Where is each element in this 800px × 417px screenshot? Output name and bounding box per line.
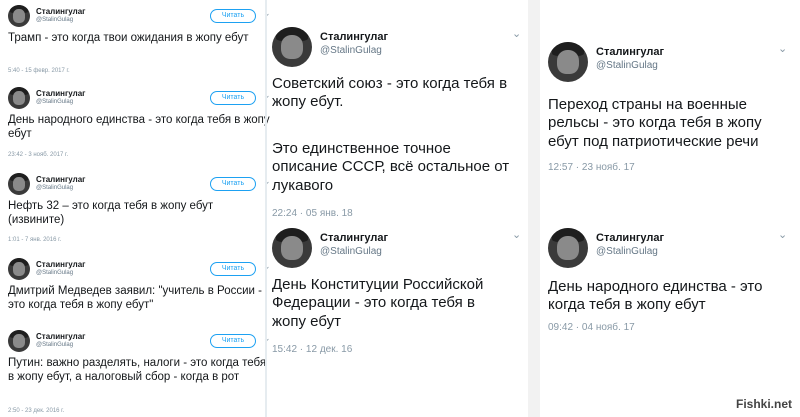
tweet-text: День народного единства - это когда тебя… xyxy=(548,278,763,314)
user-handle[interactable]: @StalinGulag xyxy=(320,246,382,257)
follow-button[interactable]: Читать xyxy=(210,91,256,105)
tweet-text: Нефть 32 – это когда тебя в жопу ебут (и… xyxy=(8,200,214,227)
tweet-left-4: Сталингулаг @StalinGulag Читать ⌄ Дмитри… xyxy=(8,258,273,324)
user-handle[interactable]: @StalinGulag xyxy=(36,185,73,191)
tweet-date[interactable]: 23:42 - 3 нояб. 2017 г. xyxy=(8,152,68,158)
user-name[interactable]: Сталингулаг xyxy=(596,46,664,58)
tweet-text-continued: Это единственное точное описание СССР, в… xyxy=(272,140,510,194)
user-name[interactable]: Сталингулаг xyxy=(36,175,86,184)
tweet-date[interactable]: 22:24 · 05 янв. 18 xyxy=(272,208,353,219)
tweet-date[interactable]: 12:57 · 23 нояб. 17 xyxy=(548,162,635,173)
user-name[interactable]: Сталингулаг xyxy=(36,332,86,341)
avatar[interactable] xyxy=(8,173,30,195)
follow-button[interactable]: Читать xyxy=(210,262,256,276)
tweet-text: Переход страны на военные рельсы - это к… xyxy=(548,96,762,150)
tweet-mid-1: Сталингулаг @StalinGulag ⌄ Советский сою… xyxy=(272,27,527,222)
user-name[interactable]: Сталингулаг xyxy=(320,232,388,244)
tweet-text: Трамп - это когда твои ожидания в жопу е… xyxy=(8,32,249,44)
tweet-text: Советский союз - это когда тебя в жопу е… xyxy=(272,75,508,111)
chevron-down-icon[interactable]: ⌄ xyxy=(778,42,787,55)
user-handle[interactable]: @StalinGulag xyxy=(36,17,73,23)
avatar[interactable] xyxy=(8,87,30,109)
user-handle[interactable]: @StalinGulag xyxy=(36,99,73,105)
tweet-date[interactable]: 15:42 · 12 дек. 16 xyxy=(272,344,352,355)
tweet-left-2: Сталингулаг @StalinGulag Читать ⌄ День н… xyxy=(8,87,273,162)
follow-button[interactable]: Читать xyxy=(210,334,256,348)
tweet-right-1: Сталингулаг @StalinGulag ⌄ Переход стран… xyxy=(548,42,793,190)
tweet-text: День народного единства - это когда тебя… xyxy=(8,114,270,141)
user-handle[interactable]: @StalinGulag xyxy=(36,342,73,348)
tweet-left-3: Сталингулаг @StalinGulag Читать ⌄ Нефть … xyxy=(8,173,273,248)
user-name[interactable]: Сталингулаг xyxy=(320,31,388,43)
user-handle[interactable]: @StalinGulag xyxy=(596,246,658,257)
avatar[interactable] xyxy=(548,228,588,268)
user-handle[interactable]: @StalinGulag xyxy=(596,60,658,71)
tweet-right-2: Сталингулаг @StalinGulag ⌄ День народног… xyxy=(548,228,793,338)
tweet-text: Путин: важно разделять, налоги - это ког… xyxy=(8,357,267,384)
chevron-down-icon[interactable]: ⌄ xyxy=(778,228,787,241)
avatar[interactable] xyxy=(272,228,312,268)
tweet-date[interactable]: 5:40 - 15 февр. 2017 г. xyxy=(8,68,70,74)
tweet-left-1: Сталингулаг @StalinGulag Читать ⌄ Трамп … xyxy=(8,5,273,75)
tweet-text: Дмитрий Медведев заявил: "учитель в Росс… xyxy=(8,285,262,312)
user-handle[interactable]: @StalinGulag xyxy=(320,45,382,56)
tweet-date[interactable]: 2:50 - 23 дек. 2016 г. xyxy=(8,408,64,414)
user-name[interactable]: Сталингулаг xyxy=(36,89,86,98)
avatar[interactable] xyxy=(8,258,30,280)
tweet-date[interactable]: 09:42 · 04 нояб. 17 xyxy=(548,322,635,333)
chevron-down-icon[interactable]: ⌄ xyxy=(512,27,521,40)
avatar[interactable] xyxy=(8,5,30,27)
tweet-left-5: Сталингулаг @StalinGulag Читать ⌄ Путин:… xyxy=(8,330,273,417)
column-divider xyxy=(265,0,267,417)
avatar[interactable] xyxy=(8,330,30,352)
follow-button[interactable]: Читать xyxy=(210,9,256,23)
user-name[interactable]: Сталингулаг xyxy=(36,260,86,269)
avatar[interactable] xyxy=(548,42,588,82)
avatar[interactable] xyxy=(272,27,312,67)
follow-button[interactable]: Читать xyxy=(210,177,256,191)
user-name[interactable]: Сталингулаг xyxy=(36,7,86,16)
tweet-mid-2: Сталингулаг @StalinGulag ⌄ День Конститу… xyxy=(272,228,527,363)
chevron-down-icon[interactable]: ⌄ xyxy=(512,228,521,241)
watermark: Fishki.net xyxy=(735,397,792,411)
user-handle[interactable]: @StalinGulag xyxy=(36,270,73,276)
user-name[interactable]: Сталингулаг xyxy=(596,232,664,244)
column-divider xyxy=(528,0,540,417)
tweet-text: День Конституции Российской Федерации - … xyxy=(272,276,484,330)
tweet-date[interactable]: 1:01 - 7 янв. 2016 г. xyxy=(8,237,61,243)
